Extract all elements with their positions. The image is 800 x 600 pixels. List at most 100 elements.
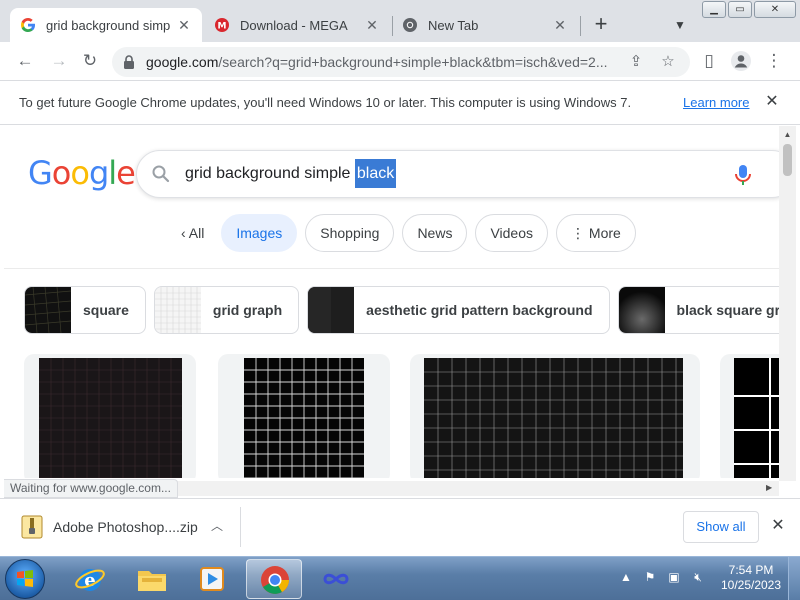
download-bar-close-icon[interactable]: ✕: [767, 515, 789, 537]
related-thumbnail: [308, 287, 355, 333]
tab-new-tab[interactable]: New Tab ✕: [392, 8, 578, 42]
related-search-label: square: [83, 302, 129, 318]
address-bar[interactable]: google.com/search?q=grid+background+simp…: [112, 47, 690, 77]
related-thumbnail: [25, 287, 71, 333]
forward-arrow-icon[interactable]: →: [48, 50, 70, 72]
learn-more-link[interactable]: Learn more: [683, 95, 749, 110]
url-path: /search?q=grid+background+simple+black&t…: [218, 54, 608, 70]
update-infobar: To get future Google Chrome updates, you…: [0, 80, 800, 125]
filter-more-label: More: [588, 225, 621, 241]
related-search-chip[interactable]: square: [24, 286, 146, 334]
related-thumbnail: [618, 287, 665, 333]
clock-time: 7:54 PM: [728, 563, 774, 577]
related-search-chip[interactable]: grid graph: [153, 286, 300, 334]
related-searches: square grid graph aesthetic grid pattern…: [24, 286, 779, 334]
minimize-button[interactable]: ▁: [702, 1, 726, 18]
lock-icon: [124, 55, 134, 69]
network-icon[interactable]: ▣: [666, 569, 682, 585]
bookmark-star-icon[interactable]: ☆: [658, 52, 678, 72]
back-arrow-icon[interactable]: ←: [14, 50, 36, 72]
image-result[interactable]: [410, 354, 700, 478]
taskbar-file-explorer[interactable]: [124, 559, 180, 599]
image-result[interactable]: [24, 354, 196, 478]
related-search-chip[interactable]: black square grid: [617, 286, 779, 334]
search-query-selected: black: [354, 159, 397, 188]
tray-expand-arrow-icon[interactable]: ▲: [618, 569, 634, 585]
result-image: [244, 358, 364, 478]
share-icon[interactable]: ⇪: [626, 52, 646, 72]
browser-toolbar: ← → ↻ google.com/search?q=grid+backgroun…: [0, 42, 800, 80]
chevron-up-icon[interactable]: ︿: [208, 517, 226, 535]
taskbar-chrome[interactable]: [246, 559, 302, 599]
search-icon[interactable]: [151, 164, 171, 184]
tab-strip: grid background simple ✕ M Download - ME…: [0, 0, 800, 42]
image-result[interactable]: [720, 354, 779, 478]
taskbar-media-player[interactable]: [184, 559, 240, 599]
scroll-right-arrow-icon[interactable]: ▶: [766, 483, 772, 492]
maximize-button[interactable]: ▭: [728, 1, 752, 18]
show-desktop-button[interactable]: [788, 557, 800, 600]
internet-explorer-icon: e: [75, 569, 105, 591]
chrome-icon: [261, 566, 289, 594]
related-search-label: aesthetic grid pattern background: [366, 302, 593, 318]
new-tab-button[interactable]: +: [590, 13, 612, 36]
svg-text:M: M: [218, 22, 227, 32]
download-bar: Adobe Photoshop....zip ︿ Show all ✕: [0, 498, 800, 556]
taskbar-clock[interactable]: 7:54 PM 10/25/2023: [718, 563, 784, 593]
related-search-label: grid graph: [212, 302, 283, 318]
vertical-scrollbar[interactable]: ▲: [779, 126, 796, 481]
taskbar-internet-explorer[interactable]: e: [62, 559, 118, 599]
infobar-close-icon[interactable]: ✕: [762, 92, 782, 112]
search-input[interactable]: grid background simple black: [185, 159, 397, 188]
zip-file-icon: [21, 515, 43, 539]
chrome-icon: [403, 18, 417, 32]
url-text[interactable]: google.com/search?q=grid+background+simp…: [146, 54, 616, 70]
tab-mega[interactable]: M Download - MEGA ✕: [204, 8, 390, 42]
action-center-flag-icon[interactable]: ⚑: [642, 569, 658, 585]
related-search-chip[interactable]: aesthetic grid pattern background: [307, 286, 610, 334]
filter-more[interactable]: ⋮ More: [556, 214, 636, 252]
more-vert-icon: ⋮: [571, 225, 589, 241]
chrome-menu-icon[interactable]: ⋮: [763, 50, 785, 72]
scroll-up-arrow-icon[interactable]: ▲: [779, 128, 796, 142]
filter-images[interactable]: Images: [221, 214, 298, 252]
media-player-icon: [200, 567, 224, 591]
search-box[interactable]: grid background simple black: [136, 150, 779, 198]
filter-news[interactable]: News: [402, 214, 468, 252]
clock-date: 10/25/2023: [720, 578, 782, 592]
tab-separator: [580, 16, 581, 36]
profile-avatar-icon[interactable]: [730, 50, 752, 72]
infobar-message: To get future Google Chrome updates, you…: [19, 95, 632, 110]
filter-all[interactable]: ‹ All: [172, 214, 214, 252]
system-tray: ▲ ⚑ ▣ 🔇︎: [618, 569, 706, 585]
tab-close-icon[interactable]: ✕: [552, 17, 568, 33]
result-image: [39, 358, 182, 478]
divider: [240, 507, 241, 547]
reload-icon[interactable]: ↻: [79, 50, 101, 72]
volume-muted-icon[interactable]: 🔇︎: [690, 569, 706, 585]
url-host: google.com: [146, 54, 219, 70]
filter-shopping[interactable]: Shopping: [305, 214, 395, 252]
side-panel-icon[interactable]: ▯: [698, 50, 720, 72]
google-logo[interactable]: Google: [28, 154, 136, 192]
show-all-button[interactable]: Show all: [683, 511, 759, 543]
search-filters: ‹ All Images Shopping News Videos ⋮ More: [172, 214, 636, 252]
mega-icon: M: [215, 18, 229, 32]
close-window-button[interactable]: ✕: [754, 1, 796, 18]
start-button[interactable]: [5, 559, 45, 599]
tab-google-search[interactable]: grid background simple ✕: [10, 8, 202, 42]
page-content: Google grid background simple black ‹ Al…: [4, 126, 779, 478]
tab-close-icon[interactable]: ✕: [364, 17, 380, 33]
image-result[interactable]: [218, 354, 390, 478]
scrollbar-thumb[interactable]: [783, 144, 792, 176]
tab-close-icon[interactable]: ✕: [176, 17, 192, 33]
related-thumbnail: [154, 287, 201, 333]
tab-search-chevron-icon[interactable]: ▼: [670, 15, 690, 35]
windows-taskbar: e ▲ ⚑ ▣ 🔇︎ 7:54 PM 10/25/2023: [0, 556, 800, 600]
download-file-name[interactable]: Adobe Photoshop....zip: [53, 519, 198, 535]
tab-title: Download - MEGA: [240, 17, 348, 33]
filter-videos[interactable]: Videos: [475, 214, 549, 252]
related-search-label: black square grid: [676, 302, 779, 318]
microphone-icon[interactable]: [732, 163, 754, 187]
taskbar-app[interactable]: [308, 559, 364, 599]
